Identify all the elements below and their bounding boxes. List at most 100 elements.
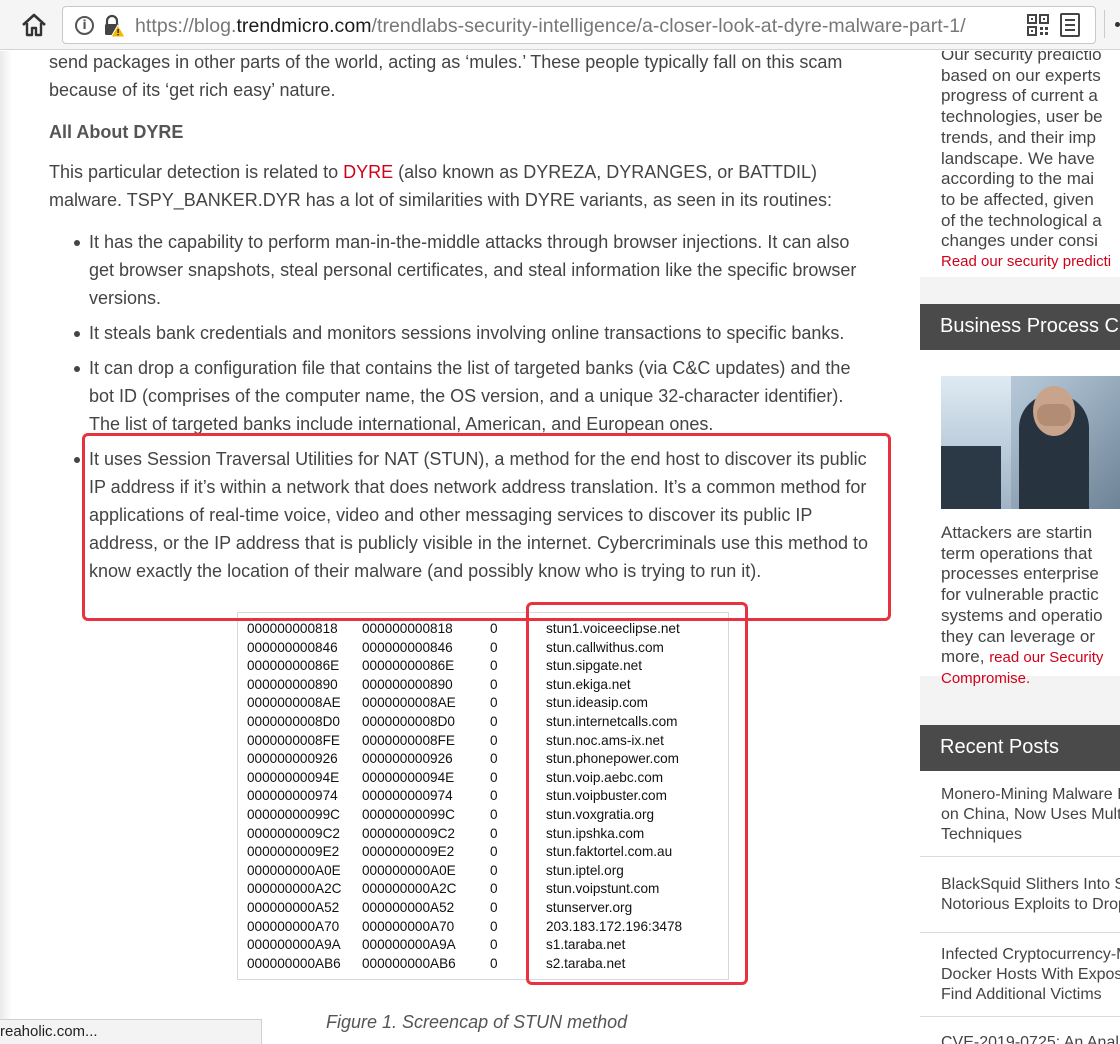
address-cell: 000000000A9A bbox=[362, 937, 456, 953]
url-bar[interactable]: i https://blog.trendmicro.com/trendlabs-… bbox=[62, 6, 1096, 44]
text-line: progress of current a bbox=[941, 86, 1098, 106]
text-line: landscape. We have bbox=[941, 148, 1095, 168]
address-cell: 000000000A0E bbox=[362, 862, 456, 878]
offset-cell: 0000000008AE bbox=[247, 695, 341, 711]
intro-paragraph: send packages in other parts of the worl… bbox=[49, 52, 843, 100]
text-line: to be affected, given bbox=[941, 189, 1094, 209]
dyre-link[interactable]: DYRE bbox=[343, 162, 393, 182]
address-cell: 000000000846 bbox=[362, 639, 453, 655]
address-cell: 000000000818 bbox=[362, 621, 453, 636]
recent-post-item[interactable]: BlackSquid Slithers Into S Notorious Exp… bbox=[920, 875, 1120, 927]
text-line: Attackers are startin bbox=[941, 523, 1093, 542]
post-title-line: CVE-2019-0725: An Anal bbox=[941, 1034, 1119, 1044]
address-cell: 000000000A2C bbox=[362, 881, 457, 897]
divider bbox=[920, 932, 1120, 933]
text-line: Our security predictio bbox=[941, 51, 1102, 64]
offset-cell: 000000000926 bbox=[247, 751, 338, 767]
post-title-line: Techniques bbox=[941, 826, 1022, 843]
offset-cell: 00000000099C bbox=[247, 806, 340, 822]
text-line: trends, and their imp bbox=[941, 127, 1096, 147]
url-text[interactable]: https://blog.trendmicro.com/trendlabs-se… bbox=[135, 15, 966, 38]
offset-cell: 00000000086E bbox=[247, 658, 340, 674]
text-line: of the technological a bbox=[941, 210, 1102, 230]
text-line: more, read our Security bbox=[941, 647, 1120, 669]
address-cell: 0000000008D0 bbox=[362, 713, 455, 729]
status-bar: reaholic.com... bbox=[0, 1019, 262, 1044]
offset-cell: 000000000A70 bbox=[247, 918, 340, 934]
page-viewport: send packages in other parts of the worl… bbox=[0, 51, 1120, 1044]
address-cell: 000000000974 bbox=[362, 788, 453, 804]
recent-post-item[interactable]: Infected Cryptocurrency-M Docker Hosts W… bbox=[920, 945, 1120, 1017]
list-item: It has the capability to perform man-in-… bbox=[69, 228, 879, 312]
text-line: they can leverage or bbox=[941, 626, 1096, 646]
offset-cell: 000000000818 bbox=[247, 621, 338, 636]
highlight-box-stun-paragraph bbox=[82, 433, 891, 621]
post-title-line: Notorious Exploits to Drop bbox=[941, 896, 1120, 913]
figure-caption: Figure 1. Screencap of STUN method bbox=[326, 1012, 628, 1032]
text-line: term operations that bbox=[941, 543, 1093, 563]
address-cell: 000000000890 bbox=[362, 676, 453, 692]
offset-cell: 000000000974 bbox=[247, 788, 338, 804]
predictions-card: Our security predictio based on our expe… bbox=[920, 51, 1120, 277]
post-title-line: BlackSquid Slithers Into S bbox=[941, 876, 1120, 893]
business-process-text: Attackers are startin term operations th… bbox=[941, 523, 1120, 690]
address-cell: 000000000AB6 bbox=[362, 955, 456, 971]
predictions-text: Our security predictio based on our expe… bbox=[941, 51, 1120, 273]
address-cell: 000000000A70 bbox=[362, 918, 455, 934]
recent-posts-header: Recent Posts bbox=[920, 725, 1120, 771]
business-process-header[interactable]: Business Process C bbox=[920, 304, 1120, 350]
list-item: It steals bank credentials and monitors … bbox=[69, 319, 879, 347]
recent-post-item[interactable]: CVE-2019-0725: An Anal bbox=[920, 1033, 1120, 1044]
offset-cell: 000000000A9A bbox=[247, 937, 341, 953]
page-left-edge bbox=[0, 51, 12, 1044]
address-cell: 0000000009E2 bbox=[362, 844, 455, 860]
offset-cell: 000000000846 bbox=[247, 639, 338, 655]
text-line: processes enterprise bbox=[941, 564, 1099, 584]
compromise-link[interactable]: Compromise. bbox=[941, 669, 1120, 690]
text-line: for vulnerable practic bbox=[941, 585, 1099, 605]
offset-cell: 000000000A52 bbox=[247, 899, 340, 915]
section-heading: All About DYRE bbox=[49, 122, 184, 142]
url-path: /trendlabs-security-intelligence/a-close… bbox=[371, 15, 966, 37]
address-cell: 000000000926 bbox=[362, 751, 453, 767]
text-line: technologies, user be bbox=[941, 107, 1103, 127]
highlight-box-stun-servers bbox=[526, 602, 748, 985]
browser-toolbar: i https://blog.trendmicro.com/trendlabs-… bbox=[0, 0, 1120, 50]
detection-paragraph: This particular detection is related to … bbox=[49, 158, 879, 214]
detection-text-before: This particular detection is related to bbox=[49, 162, 344, 182]
sidebar: Our security predictio based on our expe… bbox=[920, 51, 1120, 1044]
more-text: more, bbox=[941, 647, 990, 667]
post-title-line: Find Additional Victims bbox=[941, 986, 1102, 1003]
predictions-link[interactable]: Read our security predicti bbox=[941, 252, 1120, 273]
security-link[interactable]: read our Security bbox=[989, 649, 1103, 666]
address-cell: 000000000A52 bbox=[362, 899, 455, 915]
business-process-card: Attackers are startin term operations th… bbox=[920, 350, 1120, 687]
url-host: trendmicro.com bbox=[236, 15, 372, 37]
text-line: based on our experts bbox=[941, 65, 1101, 85]
info-icon[interactable]: i bbox=[75, 16, 94, 35]
address-cell: 0000000009C2 bbox=[362, 825, 455, 841]
post-title-line: Monero-Mining Malware I bbox=[941, 786, 1120, 803]
offset-cell: 00000000094E bbox=[247, 769, 340, 785]
address-cell: 00000000094E bbox=[362, 769, 455, 785]
url-prefix: https://blog. bbox=[135, 15, 237, 37]
text-line: systems and operatio bbox=[941, 605, 1103, 625]
address-cell: 0000000008AE bbox=[362, 695, 456, 711]
address-cell: 00000000086E bbox=[362, 658, 455, 674]
offset-cell: 0000000009E2 bbox=[247, 844, 340, 860]
insecure-lock-icon[interactable] bbox=[103, 14, 126, 38]
text-line: changes under consi bbox=[941, 231, 1098, 251]
article-thumbnail-image[interactable] bbox=[941, 376, 1120, 509]
offset-cell: 0000000009C2 bbox=[247, 825, 340, 841]
recent-posts-list: Monero-Mining Malware I on China, Now Us… bbox=[920, 771, 1120, 1044]
home-icon[interactable] bbox=[20, 12, 48, 38]
qr-code-icon[interactable] bbox=[1027, 14, 1049, 36]
text-line: according to the mai bbox=[941, 169, 1095, 189]
address-cell: 0000000008FE bbox=[362, 732, 455, 748]
post-title-line: Docker Hosts With Expos bbox=[941, 966, 1120, 983]
offset-cell: 000000000A0E bbox=[247, 862, 341, 878]
overflow-menu-icon[interactable] bbox=[1104, 10, 1120, 42]
post-title-line: Infected Cryptocurrency-M bbox=[941, 946, 1120, 963]
recent-post-item[interactable]: Monero-Mining Malware I on China, Now Us… bbox=[920, 785, 1120, 857]
reader-view-icon[interactable] bbox=[1060, 13, 1080, 37]
